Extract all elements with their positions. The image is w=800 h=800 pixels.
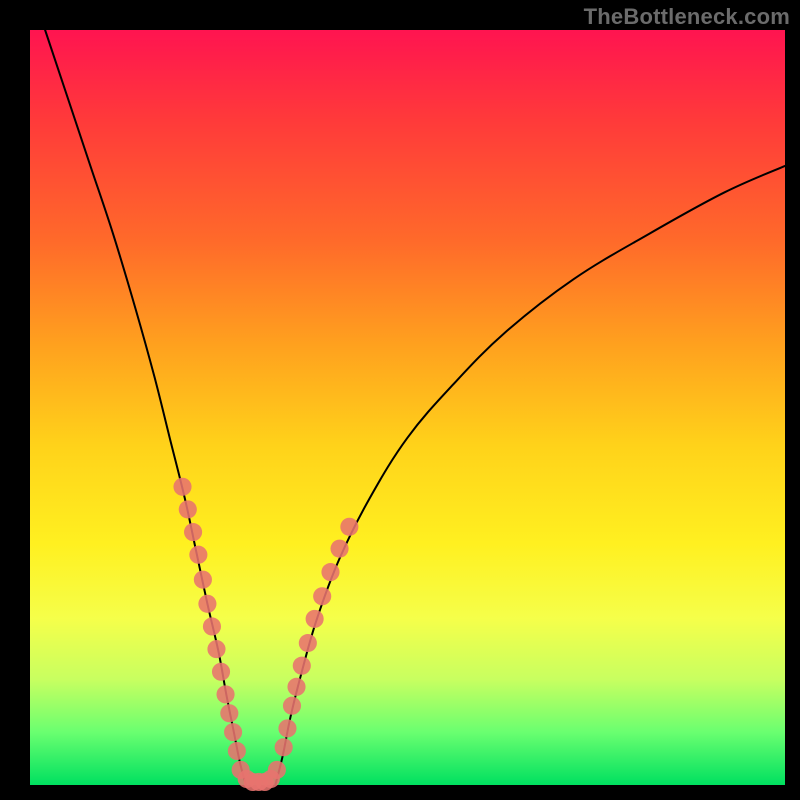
dot-right-dots: [293, 657, 311, 675]
dot-right-dots: [278, 719, 296, 737]
dot-left-dots: [220, 704, 238, 722]
dot-bottom-dots: [268, 761, 286, 779]
dot-right-dots: [275, 738, 293, 756]
dot-left-dots: [173, 478, 191, 496]
dot-right-dots: [340, 518, 358, 536]
dot-right-dots: [299, 634, 317, 652]
dot-right-dots: [287, 678, 305, 696]
dot-left-dots: [189, 546, 207, 564]
dot-left-dots: [216, 685, 234, 703]
dot-right-dots: [321, 563, 339, 581]
dot-left-dots: [212, 663, 230, 681]
dot-right-dots: [330, 540, 348, 558]
dot-left-dots: [207, 640, 225, 658]
dot-right-dots: [306, 610, 324, 628]
curve-layer: [45, 30, 785, 785]
series-right-branch: [275, 166, 785, 785]
dot-right-dots: [283, 697, 301, 715]
dot-left-dots: [224, 723, 242, 741]
dot-left-dots: [198, 595, 216, 613]
chart-svg: [30, 30, 785, 785]
dot-left-dots: [194, 571, 212, 589]
plot-area: [30, 30, 785, 785]
dot-right-dots: [313, 587, 331, 605]
dot-left-dots: [184, 523, 202, 541]
chart-stage: TheBottleneck.com: [0, 0, 800, 800]
dot-left-dots: [179, 500, 197, 518]
dot-left-dots: [203, 617, 221, 635]
dot-layer: [173, 478, 358, 791]
watermark-label: TheBottleneck.com: [584, 4, 790, 30]
dot-left-dots: [228, 742, 246, 760]
